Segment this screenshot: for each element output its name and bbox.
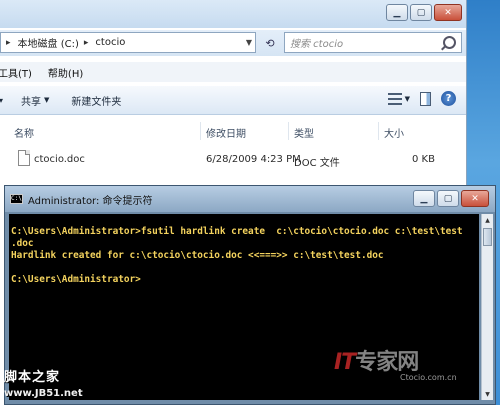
menu-help[interactable]: 帮助(H)	[48, 65, 83, 80]
breadcrumb-folder[interactable]: ctocio	[95, 37, 125, 48]
chevron-down-icon[interactable]: ▾	[0, 96, 3, 105]
column-name[interactable]: 名称	[14, 125, 34, 140]
minimize-button[interactable]: ▁	[386, 4, 408, 21]
watermark-it-text: IT	[334, 350, 356, 375]
file-row[interactable]: ctocio.doc 6/28/2009 4:23 PM DOC 文件 0 KB	[0, 146, 466, 174]
breadcrumb-drive[interactable]: 本地磁盘 (C:)	[18, 35, 79, 50]
column-size[interactable]: 大小	[384, 125, 404, 140]
new-folder-label: 新建文件夹	[71, 96, 122, 108]
explorer-titlebar: ▁ ▢ ✕	[0, 0, 466, 28]
file-name: ctocio.doc	[34, 154, 85, 165]
close-button[interactable]: ✕	[434, 4, 462, 21]
document-icon	[18, 150, 30, 166]
change-view-button[interactable]: ▼	[387, 92, 410, 105]
console-line: .doc	[11, 238, 34, 249]
vertical-scrollbar[interactable]: ▲ ▼	[481, 214, 493, 400]
column-divider[interactable]	[288, 122, 289, 140]
scroll-up-icon[interactable]: ▲	[482, 214, 493, 226]
new-folder-button[interactable]: 新建文件夹	[71, 93, 121, 108]
scroll-down-icon[interactable]: ▼	[482, 388, 493, 400]
command-bar: ▾ 共享 ▼ 新建文件夹 ▼ ?	[0, 86, 466, 115]
search-placeholder: 搜索 ctocio	[290, 39, 344, 50]
refresh-icon[interactable]: ⟲	[260, 34, 280, 52]
menu-bar: 工具(T) 帮助(H)	[0, 62, 466, 82]
view-tools: ▼ ?	[387, 91, 456, 106]
breadcrumb-separator: ▸	[6, 37, 11, 48]
address-row: ▸ 本地磁盘 (C:) ▸ ctocio ▼ ⟲ 搜索 ctocio	[0, 30, 466, 56]
cmd-caption-buttons: ▁ ▢ ✕	[413, 190, 489, 207]
column-modified[interactable]: 修改日期	[206, 125, 246, 140]
file-size: 0 KB	[412, 154, 435, 165]
maximize-button[interactable]: ▢	[410, 4, 432, 21]
share-button[interactable]: 共享 ▼	[21, 93, 49, 108]
column-divider[interactable]	[378, 122, 379, 140]
minimize-button[interactable]: ▁	[413, 190, 435, 207]
column-divider[interactable]	[200, 122, 201, 140]
explorer-caption-buttons: ▁ ▢ ✕	[386, 4, 462, 21]
cmd-titlebar[interactable]: C:\ Administrator: 命令提示符 ▁ ▢ ✕	[5, 186, 495, 212]
file-type: DOC 文件	[294, 158, 340, 169]
chevron-down-icon: ▼	[44, 96, 50, 104]
watermark-jb51-url: www.JB51.net	[4, 388, 83, 399]
cmd-app-icon[interactable]: C:\	[10, 194, 23, 204]
preview-pane-icon[interactable]	[420, 91, 431, 106]
cmd-title: Administrator: 命令提示符	[28, 195, 153, 207]
share-label: 共享	[21, 96, 42, 108]
watermark-ctocio-logo: IT专家网	[334, 344, 419, 376]
views-icon	[387, 92, 402, 105]
chevron-down-icon: ▼	[404, 94, 410, 103]
watermark-expert-text: 专家网	[355, 350, 419, 375]
search-input[interactable]: 搜索 ctocio	[284, 32, 462, 53]
watermark-jb51-logo: 脚本之家	[4, 370, 61, 385]
cmd-window: C:\ Administrator: 命令提示符 ▁ ▢ ✕ C:\Users\…	[4, 185, 496, 405]
column-type[interactable]: 类型	[294, 125, 314, 140]
address-bar[interactable]: ▸ 本地磁盘 (C:) ▸ ctocio ▼	[0, 32, 256, 53]
breadcrumb-separator: ▸	[83, 37, 89, 48]
menu-tools[interactable]: 工具(T)	[0, 65, 32, 80]
maximize-button[interactable]: ▢	[437, 190, 459, 207]
column-headers: 名称 修改日期 类型 大小	[0, 120, 466, 142]
file-modified: 6/28/2009 4:23 PM	[206, 154, 301, 165]
chevron-down-icon[interactable]: ▼	[246, 38, 252, 47]
console-line: C:\Users\Administrator>	[11, 274, 141, 285]
close-button[interactable]: ✕	[461, 190, 489, 207]
console-line: Hardlink created for c:\ctocio\ctocio.do…	[11, 250, 384, 261]
watermark-ctocio-url: Ctocio.com.cn	[400, 373, 457, 382]
help-icon[interactable]: ?	[441, 91, 456, 106]
search-icon[interactable]	[443, 36, 456, 49]
console-line: C:\Users\Administrator>fsutil hardlink c…	[11, 226, 463, 237]
scroll-thumb[interactable]	[483, 228, 492, 246]
